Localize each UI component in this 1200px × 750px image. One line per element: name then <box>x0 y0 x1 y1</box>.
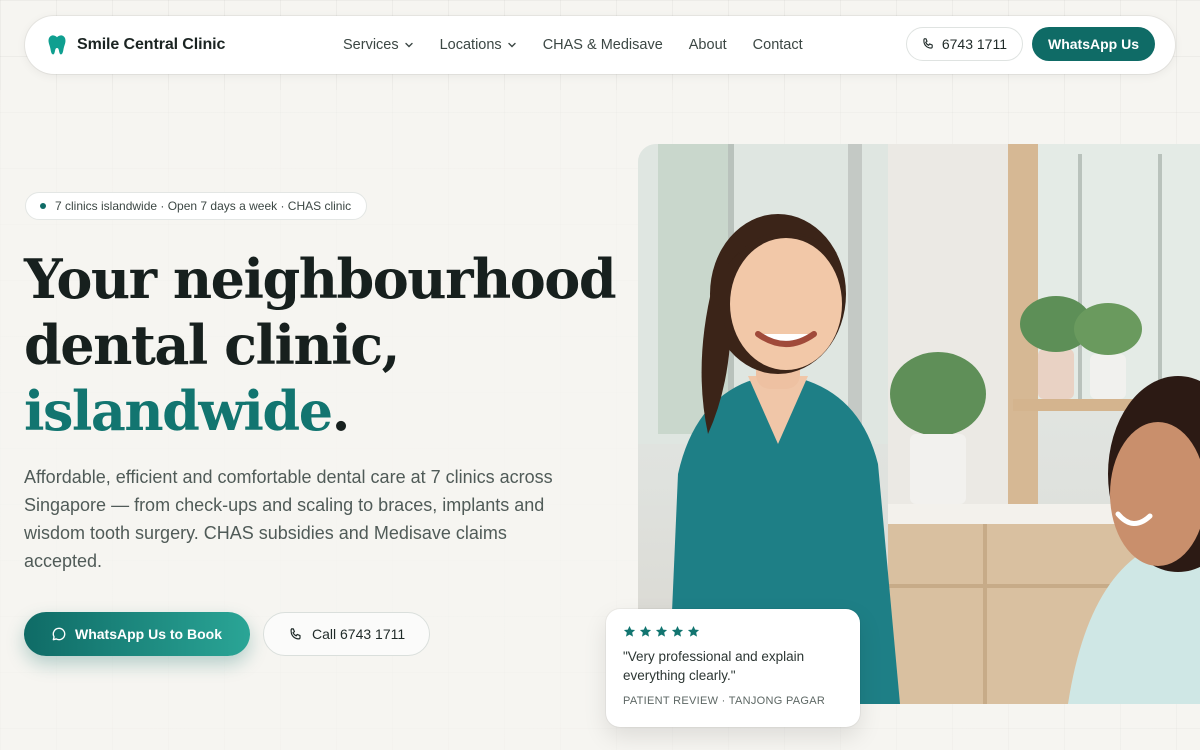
headline-accent: islandwide <box>24 379 333 443</box>
nav-actions: 6743 1711 WhatsApp Us <box>905 27 1155 61</box>
nav-about-label: About <box>688 37 727 53</box>
star-icon <box>639 625 652 637</box>
main-menu: Services Locations CHAS & Medisave About… <box>343 16 803 74</box>
status-dot <box>40 203 46 209</box>
review-source: PATIENT REVIEW · TANJONG PAGAR <box>623 695 826 707</box>
nav-chas-medisave[interactable]: CHAS & Medisave <box>543 37 663 53</box>
nav-whatsapp-button[interactable]: WhatsApp Us <box>1032 27 1155 61</box>
call-button[interactable]: Call 6743 1711 <box>263 612 431 656</box>
nav-phone-label: 6743 1711 <box>941 36 1007 52</box>
tooth-icon <box>48 35 66 55</box>
hero-headline: Your neighbourhood dental clinic, island… <box>24 246 624 444</box>
star-icon <box>623 625 636 637</box>
review-card: "Very professional and explain everythin… <box>606 609 860 727</box>
top-navbar: Smile Central Clinic Services Locations … <box>25 16 1175 74</box>
review-quote: "Very professional and explain everythin… <box>623 649 805 683</box>
star-icon <box>671 625 684 637</box>
star-rating <box>623 625 844 638</box>
nav-services[interactable]: Services <box>343 37 414 53</box>
whatsapp-book-label: WhatsApp Us to Book <box>75 626 222 642</box>
headline-line-2: dental clinic, <box>24 313 400 377</box>
hero-description: Affordable, efficient and comfortable de… <box>24 467 553 571</box>
nav-phone-button[interactable]: 6743 1711 <box>905 27 1023 61</box>
info-pill-text: 7 clinics islandwide · Open 7 days a wee… <box>55 199 352 213</box>
chevron-down-icon <box>404 42 413 48</box>
phone-icon <box>923 38 933 49</box>
star-icon <box>687 625 700 637</box>
info-pill: 7 clinics islandwide · Open 7 days a wee… <box>25 192 368 220</box>
nav-about[interactable]: About <box>689 37 727 53</box>
headline-period: . <box>331 379 351 443</box>
hero-cta-row: WhatsApp Us to Book Call 6743 1711 <box>24 612 431 656</box>
phone-icon <box>290 627 301 639</box>
nav-chas-medisave-label: CHAS & Medisave <box>542 37 663 53</box>
nav-contact-label: Contact <box>752 37 803 53</box>
call-button-label: Call 6743 1711 <box>312 626 406 642</box>
brand-logo-link[interactable]: Smile Central Clinic <box>47 34 225 56</box>
whatsapp-book-button[interactable]: WhatsApp Us to Book <box>24 612 250 656</box>
nav-contact[interactable]: Contact <box>753 37 803 53</box>
chevron-down-icon <box>507 42 516 48</box>
nav-locations-label: Locations <box>439 37 502 53</box>
nav-locations[interactable]: Locations <box>440 37 517 53</box>
nav-whatsapp-label: WhatsApp Us <box>1048 36 1139 52</box>
nav-services-label: Services <box>343 37 399 53</box>
brand-name: Smile Central Clinic <box>77 36 226 53</box>
chat-bubble-icon <box>52 627 66 641</box>
star-icon <box>655 625 668 637</box>
headline-line-1: Your neighbourhood <box>24 247 617 311</box>
